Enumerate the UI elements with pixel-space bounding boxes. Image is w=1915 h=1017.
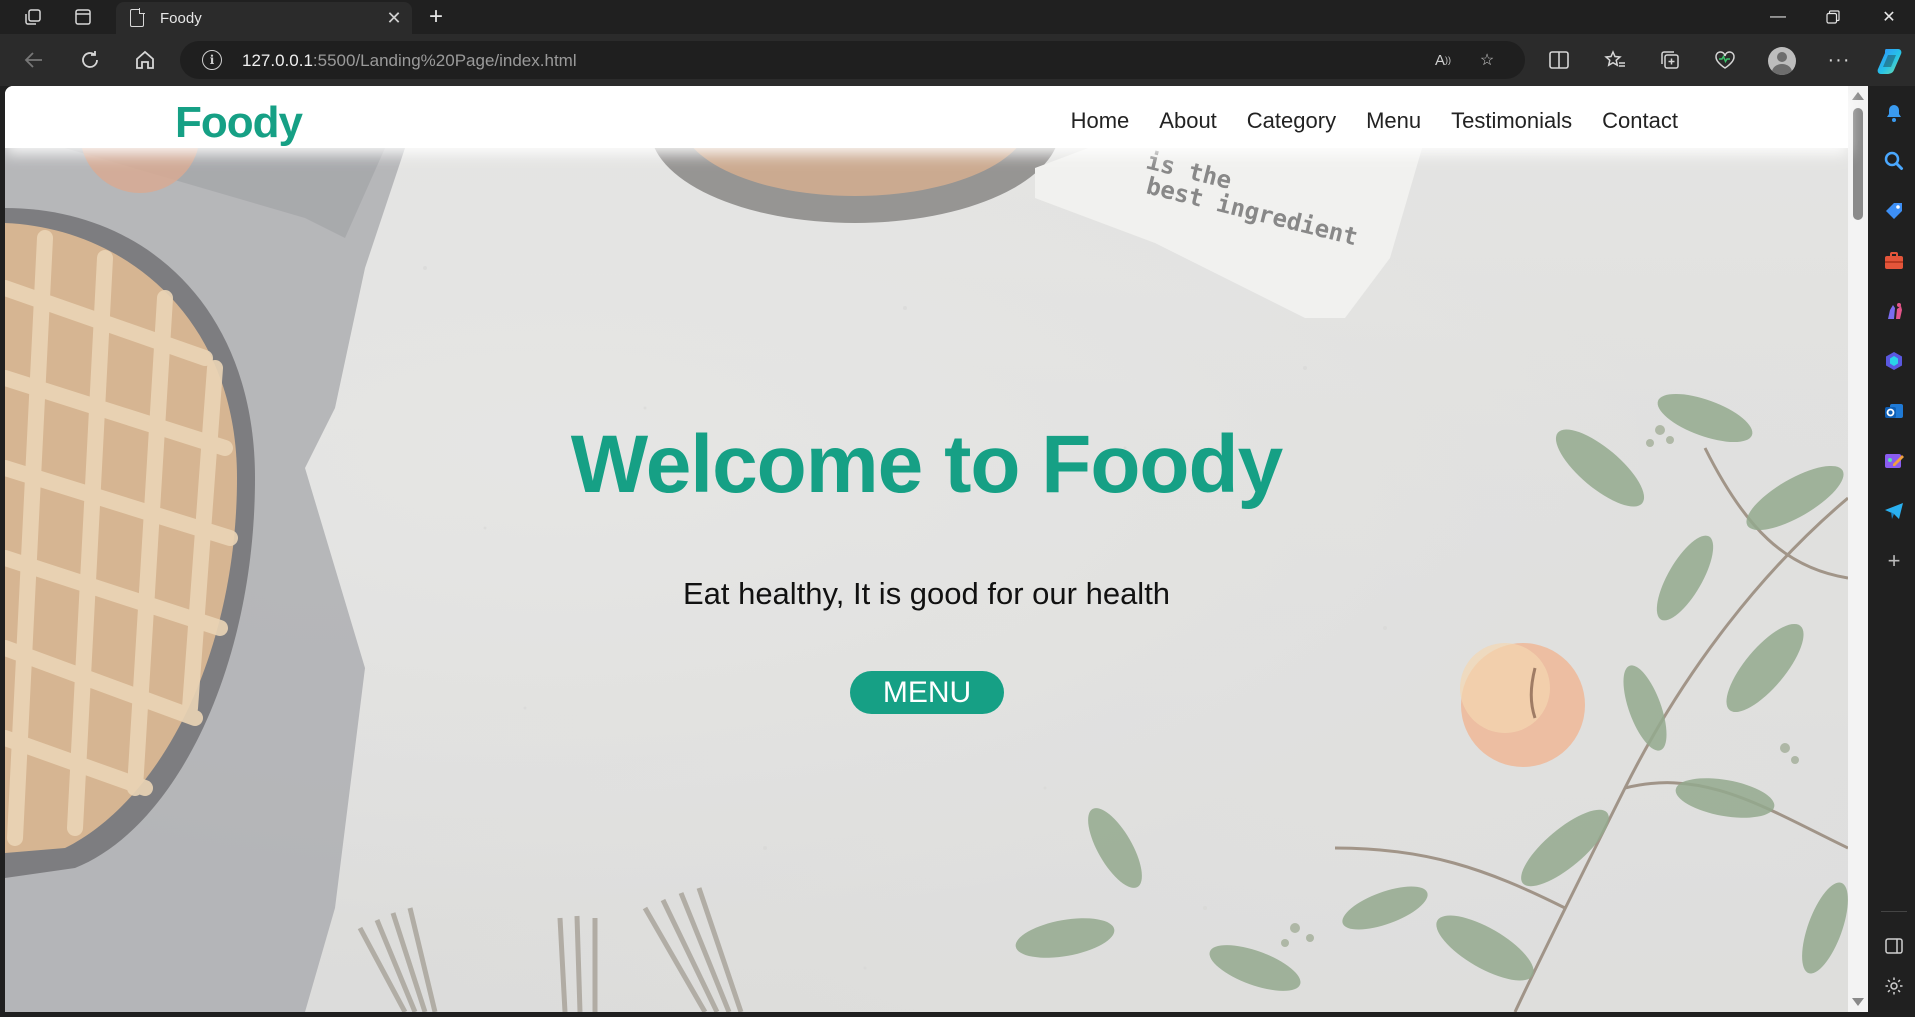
tab-actions-icon[interactable] (62, 0, 104, 34)
favorites-icon[interactable] (1598, 44, 1632, 76)
restore-button[interactable] (1810, 0, 1856, 34)
scrollbar-thumb[interactable] (1853, 108, 1863, 220)
minimize-button[interactable]: — (1755, 0, 1801, 34)
send-telegram-icon[interactable] (1879, 496, 1909, 526)
nav-category-link[interactable]: Category (1247, 108, 1336, 134)
settings-gear-icon[interactable] (1879, 971, 1909, 1001)
profile-avatar[interactable] (1768, 47, 1796, 75)
nav-testimonials-link[interactable]: Testimonials (1451, 108, 1572, 134)
edge-sidebar: + (1873, 86, 1915, 1017)
back-button[interactable] (16, 44, 52, 76)
tools-briefcase-icon[interactable] (1879, 246, 1909, 276)
hide-sidebar-icon[interactable] (1879, 931, 1909, 961)
page-scrollbar[interactable] (1848, 86, 1868, 1012)
collections-icon[interactable] (1653, 44, 1687, 76)
add-sidebar-app-icon[interactable]: + (1879, 546, 1909, 576)
copilot-icon[interactable] (1876, 46, 1906, 76)
hero-section: is the best ingredient Welcome to Foody … (5, 148, 1848, 1012)
scroll-up-arrow-icon[interactable] (1852, 92, 1864, 100)
site-nav: Home About Category Menu Testimonials Co… (1071, 108, 1678, 134)
site-logo[interactable]: Foody (175, 98, 303, 148)
home-button[interactable] (127, 44, 163, 76)
page-icon (130, 8, 145, 27)
nav-home-link[interactable]: Home (1071, 108, 1130, 134)
page-viewport: Foody Home About Category Menu Testimoni… (5, 86, 1868, 1012)
hero-subtitle: Eat healthy, It is good for our health (682, 576, 1171, 611)
site-header: Foody Home About Category Menu Testimoni… (5, 86, 1848, 148)
nav-menu-link[interactable]: Menu (1366, 108, 1421, 134)
split-screen-icon[interactable] (1542, 44, 1576, 76)
browser-tab-foody[interactable]: Foody ✕ (116, 2, 412, 34)
site-info-icon[interactable]: i (202, 50, 222, 70)
more-options-icon[interactable]: ··· (1822, 44, 1856, 76)
refresh-button[interactable] (72, 44, 108, 76)
menu-button[interactable]: MENU (850, 671, 1004, 714)
nav-about-link[interactable]: About (1159, 108, 1217, 134)
workspaces-icon[interactable] (12, 0, 54, 34)
outlook-icon[interactable] (1879, 396, 1909, 426)
notification-bell-icon[interactable] (1879, 98, 1909, 128)
scroll-down-arrow-icon[interactable] (1852, 998, 1864, 1006)
sidebar-divider (1881, 911, 1907, 912)
close-window-button[interactable]: ✕ (1866, 0, 1912, 34)
new-tab-button[interactable]: + (420, 2, 452, 32)
designer-icon[interactable] (1879, 446, 1909, 476)
browser-toolbar: i 127.0.0.1:5500/Landing%20Page/index.ht… (0, 34, 1915, 86)
hero-title: Welcome to Foody (570, 419, 1283, 510)
search-icon[interactable] (1879, 146, 1909, 176)
favorite-star-icon[interactable]: ☆ (1473, 47, 1501, 73)
shopping-tag-icon[interactable] (1879, 196, 1909, 226)
nav-contact-link[interactable]: Contact (1602, 108, 1678, 134)
read-aloud-icon[interactable]: A)) (1429, 47, 1457, 73)
browser-title-bar: Foody ✕ + — ✕ (0, 0, 1915, 34)
close-tab-icon[interactable]: ✕ (382, 6, 406, 30)
tab-title: Foody (160, 10, 202, 27)
url-text[interactable]: 127.0.0.1:5500/Landing%20Page/index.html (242, 51, 577, 71)
copilot-apps-icon[interactable] (1879, 346, 1909, 376)
address-bar[interactable]: i 127.0.0.1:5500/Landing%20Page/index.ht… (180, 41, 1525, 79)
games-icon[interactable] (1879, 296, 1909, 326)
browser-essentials-icon[interactable] (1708, 44, 1742, 76)
